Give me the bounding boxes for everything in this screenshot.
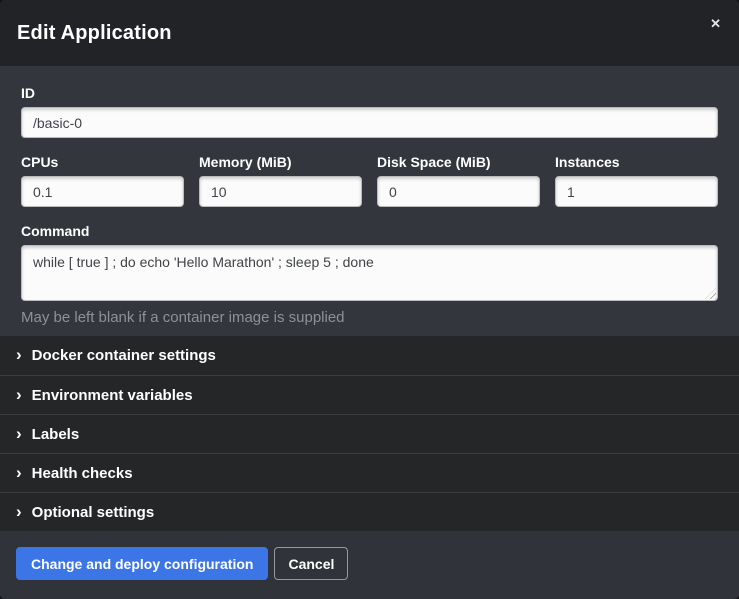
chevron-right-icon: › (16, 503, 22, 520)
command-help-text: May be left blank if a container image i… (21, 309, 718, 327)
command-textarea[interactable]: while [ true ] ; do echo 'Hello Marathon… (21, 245, 718, 301)
close-icon[interactable]: ✕ (706, 13, 725, 34)
section-environment-variables[interactable]: › Environment variables (0, 375, 739, 414)
memory-label: Memory (MiB) (199, 155, 362, 169)
disk-label: Disk Space (MiB) (377, 155, 540, 169)
modal-header: Edit Application ✕ (0, 0, 739, 66)
chevron-right-icon: › (16, 464, 22, 481)
section-labels[interactable]: › Labels (0, 414, 739, 453)
section-health-checks[interactable]: › Health checks (0, 453, 739, 492)
chevron-right-icon: › (16, 386, 22, 403)
section-optional-settings[interactable]: › Optional settings (0, 492, 739, 531)
chevron-right-icon: › (16, 425, 22, 442)
edit-application-form: ID CPUs Memory (MiB) Disk Space (MiB) In… (0, 66, 739, 336)
command-field-group: Command while [ true ] ; do echo 'Hello … (21, 224, 718, 327)
disk-field-group: Disk Space (MiB) (377, 155, 540, 207)
id-label: ID (21, 86, 718, 100)
section-label: Labels (32, 426, 80, 443)
id-field-group: ID (21, 86, 718, 138)
change-and-deploy-button[interactable]: Change and deploy configuration (16, 547, 268, 580)
instances-label: Instances (555, 155, 718, 169)
id-input[interactable] (21, 107, 718, 138)
memory-field-group: Memory (MiB) (199, 155, 362, 207)
command-label: Command (21, 224, 718, 238)
chevron-right-icon: › (16, 346, 22, 363)
instances-field-group: Instances (555, 155, 718, 207)
modal-title: Edit Application (17, 22, 172, 45)
instances-input[interactable] (555, 176, 718, 207)
section-label: Docker container settings (32, 347, 216, 364)
cpus-label: CPUs (21, 155, 184, 169)
section-docker-container-settings[interactable]: › Docker container settings (0, 336, 739, 375)
section-label: Optional settings (32, 504, 155, 521)
section-label: Environment variables (32, 387, 193, 404)
disk-input[interactable] (377, 176, 540, 207)
command-textarea-wrap: while [ true ] ; do echo 'Hello Marathon… (21, 245, 718, 301)
cpus-input[interactable] (21, 176, 184, 207)
memory-input[interactable] (199, 176, 362, 207)
resources-row: CPUs Memory (MiB) Disk Space (MiB) Insta… (21, 155, 718, 207)
collapsible-sections: › Docker container settings › Environmen… (0, 336, 739, 531)
cpus-field-group: CPUs (21, 155, 184, 207)
edit-application-modal: Edit Application ✕ ID CPUs Memory (MiB) … (0, 0, 739, 599)
section-label: Health checks (32, 465, 133, 482)
modal-footer: Change and deploy configuration Cancel (0, 531, 739, 599)
cancel-button[interactable]: Cancel (274, 547, 348, 580)
